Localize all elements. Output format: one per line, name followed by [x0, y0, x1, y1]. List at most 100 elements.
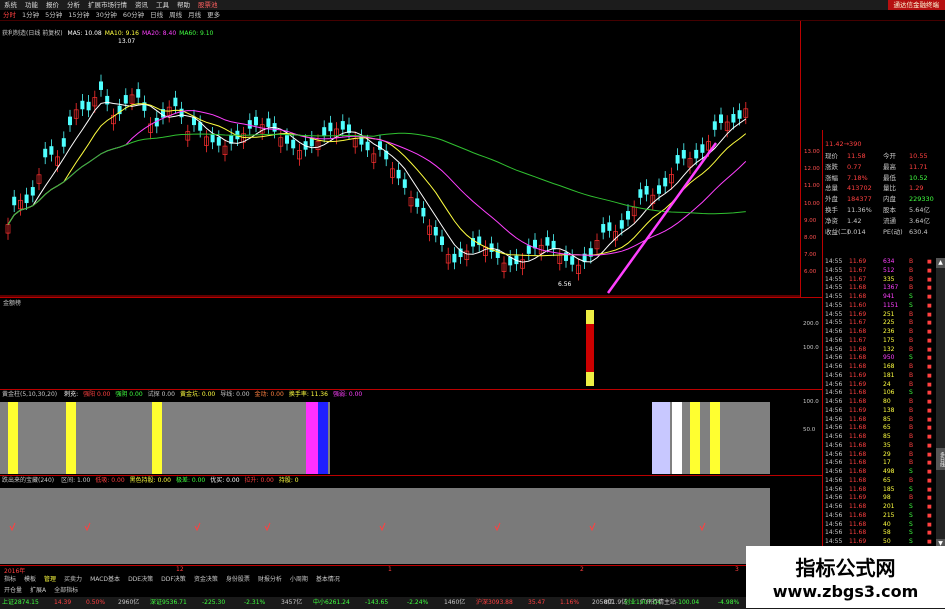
- menu-item[interactable]: 扩展市场行情: [84, 0, 131, 10]
- watermark: 指标公式网 www.zbgs3.com: [746, 546, 945, 608]
- indicator-tab[interactable]: 基本情况: [312, 576, 344, 584]
- menu-item[interactable]: 系统: [0, 0, 21, 10]
- tick-price: 11.68: [849, 389, 867, 397]
- candle-body: [626, 211, 630, 220]
- tick-volume: 132: [883, 345, 895, 353]
- golden-column: [306, 402, 318, 474]
- tick-row: 14:55 11.69 634 B ■: [825, 258, 938, 266]
- indicator-tab[interactable]: 财报分析: [254, 576, 286, 584]
- period-tab[interactable]: 60分钟: [120, 10, 147, 20]
- period-tab[interactable]: 日线: [147, 10, 166, 20]
- tick-direction: B: [909, 406, 914, 414]
- period-tab[interactable]: 5分钟: [42, 10, 65, 20]
- indicator-tab[interactable]: 资金决策: [190, 576, 222, 584]
- period-tab[interactable]: 更多: [204, 10, 223, 20]
- indicator-tab[interactable]: MACD基本: [86, 576, 124, 584]
- side-tab[interactable]: 多日线: [936, 448, 945, 470]
- candle-body: [291, 139, 296, 149]
- tick-volume: 941: [883, 293, 895, 300]
- tick-volume: 498: [883, 468, 895, 475]
- tick-volume: 251: [883, 310, 895, 318]
- indicator-title: 获利制造(日线 前复权) MA5: 10.08 MA10: 9.16 MA20: 8…: [2, 28, 213, 37]
- tick-volume: 185: [883, 485, 895, 493]
- period-tab[interactable]: 1分钟: [19, 10, 42, 20]
- tick-row: 14:56 11.68 40 S ■: [825, 521, 938, 529]
- price-axis-label: 12.00: [804, 166, 820, 173]
- tick-time: 14:56: [825, 450, 843, 458]
- tick-price: 11.68: [849, 345, 867, 353]
- tick-price: 11.68: [849, 503, 867, 510]
- timeline-label: 12: [176, 566, 184, 573]
- tick-marker: ■: [927, 434, 932, 440]
- tick-volume: 85: [883, 415, 891, 423]
- indicator-tab[interactable]: 小周期: [286, 576, 312, 584]
- period-tab[interactable]: 30分钟: [93, 10, 120, 20]
- tick-time: 14:56: [825, 476, 843, 484]
- indicator-tab[interactable]: 身份股票: [222, 576, 254, 584]
- menu-item[interactable]: 工具: [152, 0, 173, 10]
- tick-marker: ■: [927, 407, 932, 414]
- tick-marker: ■: [927, 311, 932, 318]
- main-kline-chart[interactable]: [0, 21, 800, 297]
- tick-price: 11.60: [849, 301, 867, 309]
- ma-label: MA10: 9.16: [104, 30, 139, 37]
- price-axis-label: 9.00: [804, 217, 817, 224]
- tick-price: 11.68: [849, 424, 867, 432]
- price-axis-label: 11.00: [804, 183, 820, 190]
- menu-item[interactable]: 资讯: [131, 0, 152, 10]
- indicator-tab[interactable]: 管理: [40, 576, 60, 584]
- candle-body: [712, 121, 717, 130]
- tick-price: 11.68: [849, 354, 867, 362]
- menu-item[interactable]: 帮助: [173, 0, 194, 10]
- sub-tab[interactable]: 全部指标: [50, 587, 82, 595]
- panel4-label: 持股: 0: [278, 477, 299, 484]
- tick-direction: S: [909, 485, 913, 493]
- status-item: 801.9亿: [604, 599, 628, 606]
- tick-price: 11.68: [849, 441, 867, 449]
- tick-price: 11.69: [849, 371, 867, 379]
- indicator-tab[interactable]: 指标: [0, 576, 20, 584]
- tick-volume: 98: [883, 494, 891, 502]
- tick-volume: 335: [883, 275, 895, 283]
- tick-direction: B: [909, 328, 914, 335]
- panel-treasure: 跌出来的宝藏(240) 区间: 1.00 低吸: 0.00 黑色持股: 0.00 极差…: [0, 475, 822, 566]
- period-tab[interactable]: 分时: [0, 10, 19, 20]
- indicator-tab[interactable]: DDF决策: [157, 576, 190, 584]
- tick-scrollbar[interactable]: ▲ 多日线 ▼: [936, 258, 945, 549]
- tick-list[interactable]: 14:55 11.69 634 B ■ 14:55 11.67 512 B ■ 14:55 11.67…: [822, 258, 937, 549]
- menu-item[interactable]: 分析: [63, 0, 84, 10]
- candle-body: [440, 236, 444, 245]
- golden-column-chart: [0, 402, 770, 474]
- indicator-tab[interactable]: 买卖力: [60, 576, 86, 584]
- candle-body: [415, 198, 420, 207]
- tick-row: 14:56 11.69 98 B ■: [825, 494, 938, 502]
- panel4-label: 极差: 0.00: [175, 477, 206, 484]
- indicator-tab[interactable]: 模板: [20, 576, 40, 584]
- candle-body: [30, 187, 35, 196]
- watermark-url: www.zbgs3.com: [772, 582, 919, 601]
- menu-item[interactable]: 报价: [42, 0, 63, 10]
- last-price-label: 11.42→390: [825, 140, 862, 148]
- tick-marker: ■: [927, 416, 932, 423]
- tick-volume: 1367: [883, 284, 899, 292]
- tick-time: 14:55: [825, 310, 843, 318]
- period-tab[interactable]: 周线: [166, 10, 185, 20]
- sub-tab[interactable]: 扩展A: [26, 587, 50, 595]
- period-tab[interactable]: 15分钟: [65, 10, 92, 20]
- menu-item[interactable]: 功能: [21, 0, 42, 10]
- candle-body: [421, 207, 426, 217]
- period-tab[interactable]: 月线: [185, 10, 204, 20]
- candle-body: [340, 121, 345, 130]
- scroll-up-button[interactable]: ▲: [936, 258, 945, 268]
- tick-price: 11.68: [849, 511, 867, 519]
- tick-volume: 512: [883, 266, 895, 274]
- sub-tab[interactable]: 开仓量: [0, 587, 26, 595]
- indicator-tab[interactable]: DDE决策: [124, 576, 157, 584]
- tick-row: 14:55 11.69 251 B ■: [825, 311, 938, 319]
- tick-marker: ■: [927, 285, 932, 292]
- quote-label: 外盘: [825, 195, 838, 204]
- menu-item[interactable]: 股票池: [194, 0, 222, 10]
- tick-direction: B: [909, 380, 914, 388]
- tick-direction: B: [909, 319, 914, 327]
- candle-body: [731, 114, 736, 123]
